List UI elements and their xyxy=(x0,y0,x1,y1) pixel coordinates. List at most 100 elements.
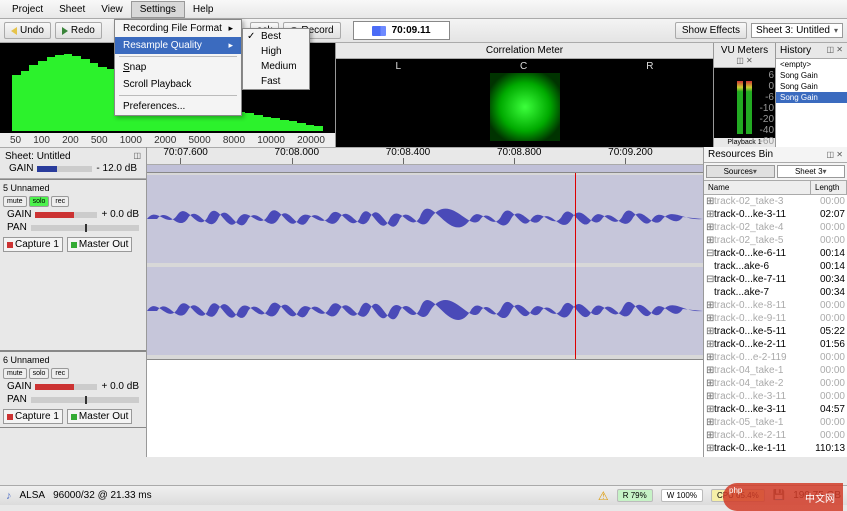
track-pan-slider[interactable] xyxy=(31,397,139,403)
list-item[interactable]: ⊞track-0...ke-1-11110:13 xyxy=(704,442,847,455)
history-item[interactable]: <empty> xyxy=(776,59,847,70)
separator xyxy=(119,95,237,96)
output-icon xyxy=(71,242,77,248)
corr-r: R xyxy=(646,61,653,72)
resources-header: Name Length xyxy=(704,180,847,195)
list-item[interactable]: ⊞track-0...e-2-11900:00 xyxy=(704,351,847,364)
list-item[interactable]: ⊞track-04_take-200:00 xyxy=(704,377,847,390)
pan-label: PAN xyxy=(7,222,27,233)
quality-fast[interactable]: Fast xyxy=(243,74,309,89)
list-item[interactable]: ⊞track-0...ke-3-1102:07 xyxy=(704,208,847,221)
time-ruler[interactable]: 70:07.60070:08.00070:08.40070:08.80070:0… xyxy=(147,147,703,165)
timecode-value: 70:09.11 xyxy=(392,25,431,36)
list-item[interactable]: ⊞track-02_take-300:00 xyxy=(704,195,847,208)
bus-label: Master Out xyxy=(79,411,128,422)
vu-bar-l xyxy=(737,81,743,134)
history-item[interactable]: Song Gain xyxy=(776,92,847,103)
list-item[interactable]: ⊞track-0...ke-2-1101:56 xyxy=(704,338,847,351)
menu-preferences[interactable]: Preferences... xyxy=(115,98,241,115)
track-6-waveform[interactable] xyxy=(147,359,703,457)
write-buffer: W 100% xyxy=(661,489,703,502)
rec-button[interactable]: rec xyxy=(51,368,69,379)
menu-recording-format[interactable]: Recording File Format xyxy=(115,20,241,37)
vu-title: VU Meters ◫ ✕ xyxy=(714,43,775,68)
list-item[interactable]: ⊞track-0...ke-2-1100:00 xyxy=(704,429,847,442)
mute-button[interactable]: mute xyxy=(3,368,27,379)
marker-strip[interactable] xyxy=(147,165,703,173)
sheet-gain-slider[interactable] xyxy=(37,166,92,172)
history-item[interactable]: Song Gain xyxy=(776,81,847,92)
track-gain-slider[interactable] xyxy=(35,212,97,218)
output-icon xyxy=(71,414,77,420)
bus-label: Capture 1 xyxy=(15,411,59,422)
list-item[interactable]: ⊞track-04_take-100:00 xyxy=(704,364,847,377)
track-gain-slider[interactable] xyxy=(35,384,97,390)
track-5-waveform[interactable] xyxy=(147,173,703,457)
button-label: Undo xyxy=(20,25,44,36)
separator xyxy=(119,56,237,57)
panel-controls-icon[interactable]: ◫ ✕ xyxy=(827,45,843,56)
show-effects-button[interactable]: Show Effects xyxy=(675,22,747,39)
bus-label: Capture 1 xyxy=(15,239,59,250)
col-name[interactable]: Name xyxy=(704,181,811,194)
list-item[interactable]: ⊞track-0...ke-3-1100:00 xyxy=(704,390,847,403)
audio-rate: 96000/32 @ 21.33 ms xyxy=(53,490,152,501)
menu-view[interactable]: View xyxy=(93,2,131,17)
history-item[interactable]: Song Gain xyxy=(776,70,847,81)
master-bus[interactable]: Master Out xyxy=(67,237,132,252)
info-icon[interactable]: ⚠ xyxy=(598,489,609,503)
sources-tab[interactable]: Sources xyxy=(706,165,775,178)
solo-button[interactable]: solo xyxy=(29,196,50,207)
watermark-text: 中文网 xyxy=(805,490,835,505)
wave-icon xyxy=(372,26,386,36)
corr-c: C xyxy=(520,61,527,72)
corr-l: L xyxy=(395,61,401,72)
menu-sheet[interactable]: Sheet xyxy=(51,2,93,17)
solo-button[interactable]: solo xyxy=(29,368,50,379)
gain-label: GAIN xyxy=(7,209,31,220)
menu-project[interactable]: Project xyxy=(4,2,51,17)
quality-high[interactable]: High xyxy=(243,44,309,59)
master-bus[interactable]: Master Out xyxy=(67,409,132,424)
main-area: Sheet: Untitled◫ GAIN- 12.0 dB 5 Unnamed… xyxy=(0,147,847,457)
list-item[interactable]: ⊞track-02_take-500:00 xyxy=(704,234,847,247)
watermark: php 中文网 xyxy=(723,483,843,511)
resources-title: Resources Bin xyxy=(708,149,773,160)
list-item[interactable]: ⊟track-0...ke-7-1100:34 xyxy=(704,273,847,286)
rec-button[interactable]: rec xyxy=(51,196,69,207)
input-icon xyxy=(7,242,13,248)
list-item[interactable]: track...ake-600:14 xyxy=(704,260,847,273)
quality-medium[interactable]: Medium xyxy=(243,59,309,74)
menu-resample-quality[interactable]: Resample Quality xyxy=(115,37,241,54)
capture-bus[interactable]: Capture 1 xyxy=(3,237,63,252)
list-item[interactable]: ⊞track-02_take-400:00 xyxy=(704,221,847,234)
list-item[interactable]: ⊞track-0...ke-8-1100:00 xyxy=(704,299,847,312)
correlation-title: Correlation Meter xyxy=(336,43,713,59)
undo-button[interactable]: Undo xyxy=(4,22,51,39)
col-length[interactable]: Length xyxy=(811,181,847,194)
list-item[interactable]: ⊞track-05_take-100:00 xyxy=(704,416,847,429)
mute-button[interactable]: mute xyxy=(3,196,27,207)
menu-help[interactable]: Help xyxy=(185,2,222,17)
list-item[interactable]: ⊞track-0...ke-3-1104:57 xyxy=(704,403,847,416)
audio-clip[interactable] xyxy=(147,175,703,263)
sheet-header: Sheet: Untitled◫ GAIN- 12.0 dB xyxy=(0,147,146,179)
list-item[interactable]: ⊟track-0...ke-6-1100:14 xyxy=(704,247,847,260)
audio-clip[interactable] xyxy=(147,267,703,355)
list-item[interactable]: ⊞track-0...ke-9-1100:00 xyxy=(704,312,847,325)
menu-scroll-playback[interactable]: Scroll Playback xyxy=(115,76,241,93)
track-pan-slider[interactable] xyxy=(31,225,139,231)
panel-controls-icon[interactable]: ◫ ✕ xyxy=(827,150,843,159)
redo-button[interactable]: Redo xyxy=(55,22,102,39)
capture-bus[interactable]: Capture 1 xyxy=(3,409,63,424)
list-item[interactable]: ⊞track-0...ke-5-1105:22 xyxy=(704,325,847,338)
resources-list[interactable]: ⊞track-02_take-300:00⊞track-0...ke-3-110… xyxy=(704,195,847,457)
sheet-selector[interactable]: Sheet 3: Untitled xyxy=(751,23,843,38)
menu-settings[interactable]: Settings xyxy=(131,1,185,18)
menu-snap[interactable]: Snap xyxy=(115,59,241,76)
button-label: Redo xyxy=(71,25,95,36)
quality-best[interactable]: Best xyxy=(243,29,309,44)
note-icon: ♪ xyxy=(6,490,12,502)
sheet-tab[interactable]: Sheet 3 xyxy=(777,165,846,178)
list-item[interactable]: track...ake-700:34 xyxy=(704,286,847,299)
